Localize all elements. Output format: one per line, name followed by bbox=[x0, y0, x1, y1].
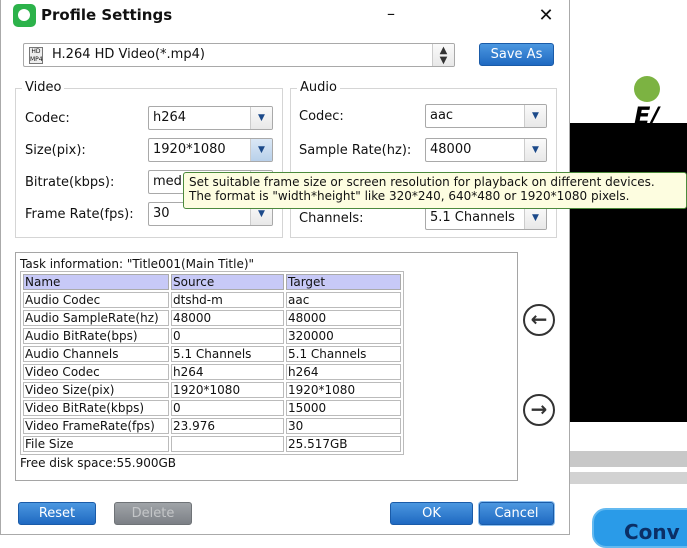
table-row: Audio Channels 5.1 Channels 5.1 Channels bbox=[23, 346, 401, 362]
profile-select[interactable]: HD MP4 H.264 HD Video(*.mp4) ▲ ▼ bbox=[23, 43, 455, 67]
header-source: Source bbox=[171, 274, 284, 290]
audio-channels-label: Channels: bbox=[299, 211, 364, 226]
cell-source: 23.976 bbox=[171, 418, 284, 434]
profile-value: H.264 HD Video(*.mp4) bbox=[52, 47, 205, 62]
table-header-row: Name Source Target bbox=[23, 274, 401, 290]
header-name: Name bbox=[23, 274, 169, 290]
cell-target: 48000 bbox=[286, 310, 401, 326]
table-row: Video FrameRate(fps) 23.976 30 bbox=[23, 418, 401, 434]
chevron-down-icon: ▼ bbox=[524, 105, 546, 127]
audio-samplerate-select[interactable]: 48000 ▼ bbox=[425, 138, 547, 162]
profile-settings-dialog: Profile Settings – ✕ HD MP4 H.264 HD Vide… bbox=[0, 0, 570, 535]
cell-target: 1920*1080 bbox=[286, 382, 401, 398]
task-info-table: Name Source Target Audio Codec dtshd-m aac… bbox=[20, 271, 404, 455]
convert-button[interactable]: Conv bbox=[592, 508, 687, 548]
task-title: Task information: "Title001(Main Title)" bbox=[20, 257, 255, 271]
table-row: Video BitRate(kbps) 0 15000 bbox=[23, 400, 401, 416]
cell-name: Audio BitRate(bps) bbox=[23, 328, 169, 344]
table-row: Video Size(pix) 1920*1080 1920*1080 bbox=[23, 382, 401, 398]
arrow-left-button[interactable]: ← bbox=[523, 304, 555, 336]
arrow-right-button[interactable]: → bbox=[523, 394, 555, 426]
cell-source: 0 bbox=[171, 328, 284, 344]
cell-source: 1920*1080 bbox=[171, 382, 284, 398]
audio-group-label: Audio bbox=[297, 80, 340, 95]
app-logo-icon bbox=[13, 4, 36, 27]
audio-samplerate-label: Sample Rate(hz): bbox=[299, 143, 412, 158]
video-bitrate-label: Bitrate(kbps): bbox=[25, 175, 115, 190]
table-row: Audio Codec dtshd-m aac bbox=[23, 292, 401, 308]
chevron-down-icon: ▼ bbox=[250, 107, 272, 129]
dialog-title: Profile Settings bbox=[41, 6, 173, 24]
cell-name: Audio Codec bbox=[23, 292, 169, 308]
cell-target: 30 bbox=[286, 418, 401, 434]
cell-name: Video Codec bbox=[23, 364, 169, 380]
video-preview-area bbox=[569, 123, 687, 422]
cell-target: 5.1 Channels bbox=[286, 346, 401, 362]
cell-target: 15000 bbox=[286, 400, 401, 416]
cell-source: h264 bbox=[171, 364, 284, 380]
cancel-button[interactable]: Cancel bbox=[479, 502, 554, 525]
close-button[interactable]: ✕ bbox=[536, 5, 556, 26]
reset-button[interactable]: Reset bbox=[18, 502, 96, 525]
audio-channels-select[interactable]: 5.1 Channels ▼ bbox=[425, 206, 547, 230]
cell-source: 48000 bbox=[171, 310, 284, 326]
logo-text: E/ bbox=[634, 102, 660, 130]
video-framerate-label: Frame Rate(fps): bbox=[25, 207, 134, 222]
cell-name: Video FrameRate(fps) bbox=[23, 418, 169, 434]
cell-target: 320000 bbox=[286, 328, 401, 344]
video-size-label: Size(pix): bbox=[25, 143, 86, 158]
cell-source bbox=[171, 436, 284, 452]
chevron-down-icon: ▼ bbox=[524, 207, 546, 229]
video-size-value: 1920*1080 bbox=[153, 142, 226, 157]
cell-target: aac bbox=[286, 292, 401, 308]
ok-button[interactable]: OK bbox=[390, 502, 473, 525]
video-size-select[interactable]: 1920*1080 ▼ bbox=[148, 138, 273, 162]
audio-codec-label: Codec: bbox=[299, 109, 344, 124]
arrow-right-icon: → bbox=[530, 397, 548, 421]
updown-icon: ▲ ▼ bbox=[432, 44, 454, 66]
video-group-label: Video bbox=[22, 80, 65, 95]
video-codec-label: Codec: bbox=[25, 111, 70, 126]
table-row: Audio SampleRate(hz) 48000 48000 bbox=[23, 310, 401, 326]
cell-name: File Size bbox=[23, 436, 169, 452]
cell-source: dtshd-m bbox=[171, 292, 284, 308]
size-tooltip: Set suitable frame size or screen resolu… bbox=[183, 172, 687, 209]
tooltip-line-2: The format is "width*height" like 320*24… bbox=[189, 189, 630, 203]
audio-channels-value: 5.1 Channels bbox=[430, 210, 515, 225]
chevron-down-icon: ▼ bbox=[250, 139, 272, 161]
cell-name: Video BitRate(kbps) bbox=[23, 400, 169, 416]
free-disk-space: Free disk space:55.900GB bbox=[20, 456, 177, 470]
header-target: Target bbox=[286, 274, 401, 290]
background-logo: E/ bbox=[634, 74, 687, 130]
cell-name: Audio SampleRate(hz) bbox=[23, 310, 169, 326]
audio-codec-select[interactable]: aac ▼ bbox=[425, 104, 547, 128]
chevron-down-icon: ▼ bbox=[524, 139, 546, 161]
arrow-left-icon: ← bbox=[530, 307, 548, 331]
tooltip-line-1: Set suitable frame size or screen resolu… bbox=[189, 175, 655, 189]
cell-source: 5.1 Channels bbox=[171, 346, 284, 362]
save-as-button[interactable]: Save As bbox=[479, 43, 554, 66]
background-bar bbox=[569, 472, 687, 484]
video-framerate-value: 30 bbox=[153, 206, 170, 221]
minimize-button[interactable]: – bbox=[381, 4, 401, 23]
cell-target: 25.517GB bbox=[286, 436, 401, 452]
background-bar bbox=[569, 451, 687, 467]
hd-mp4-icon: HD MP4 bbox=[29, 47, 43, 64]
table-row: Audio BitRate(bps) 0 320000 bbox=[23, 328, 401, 344]
audio-samplerate-value: 48000 bbox=[430, 142, 472, 157]
video-codec-select[interactable]: h264 ▼ bbox=[148, 106, 273, 130]
video-codec-value: h264 bbox=[153, 110, 187, 125]
cell-source: 0 bbox=[171, 400, 284, 416]
cell-target: h264 bbox=[286, 364, 401, 380]
audio-codec-value: aac bbox=[430, 108, 454, 123]
table-row: File Size 25.517GB bbox=[23, 436, 401, 452]
cell-name: Audio Channels bbox=[23, 346, 169, 362]
cell-name: Video Size(pix) bbox=[23, 382, 169, 398]
table-row: Video Codec h264 h264 bbox=[23, 364, 401, 380]
delete-button[interactable]: Delete bbox=[114, 502, 192, 525]
